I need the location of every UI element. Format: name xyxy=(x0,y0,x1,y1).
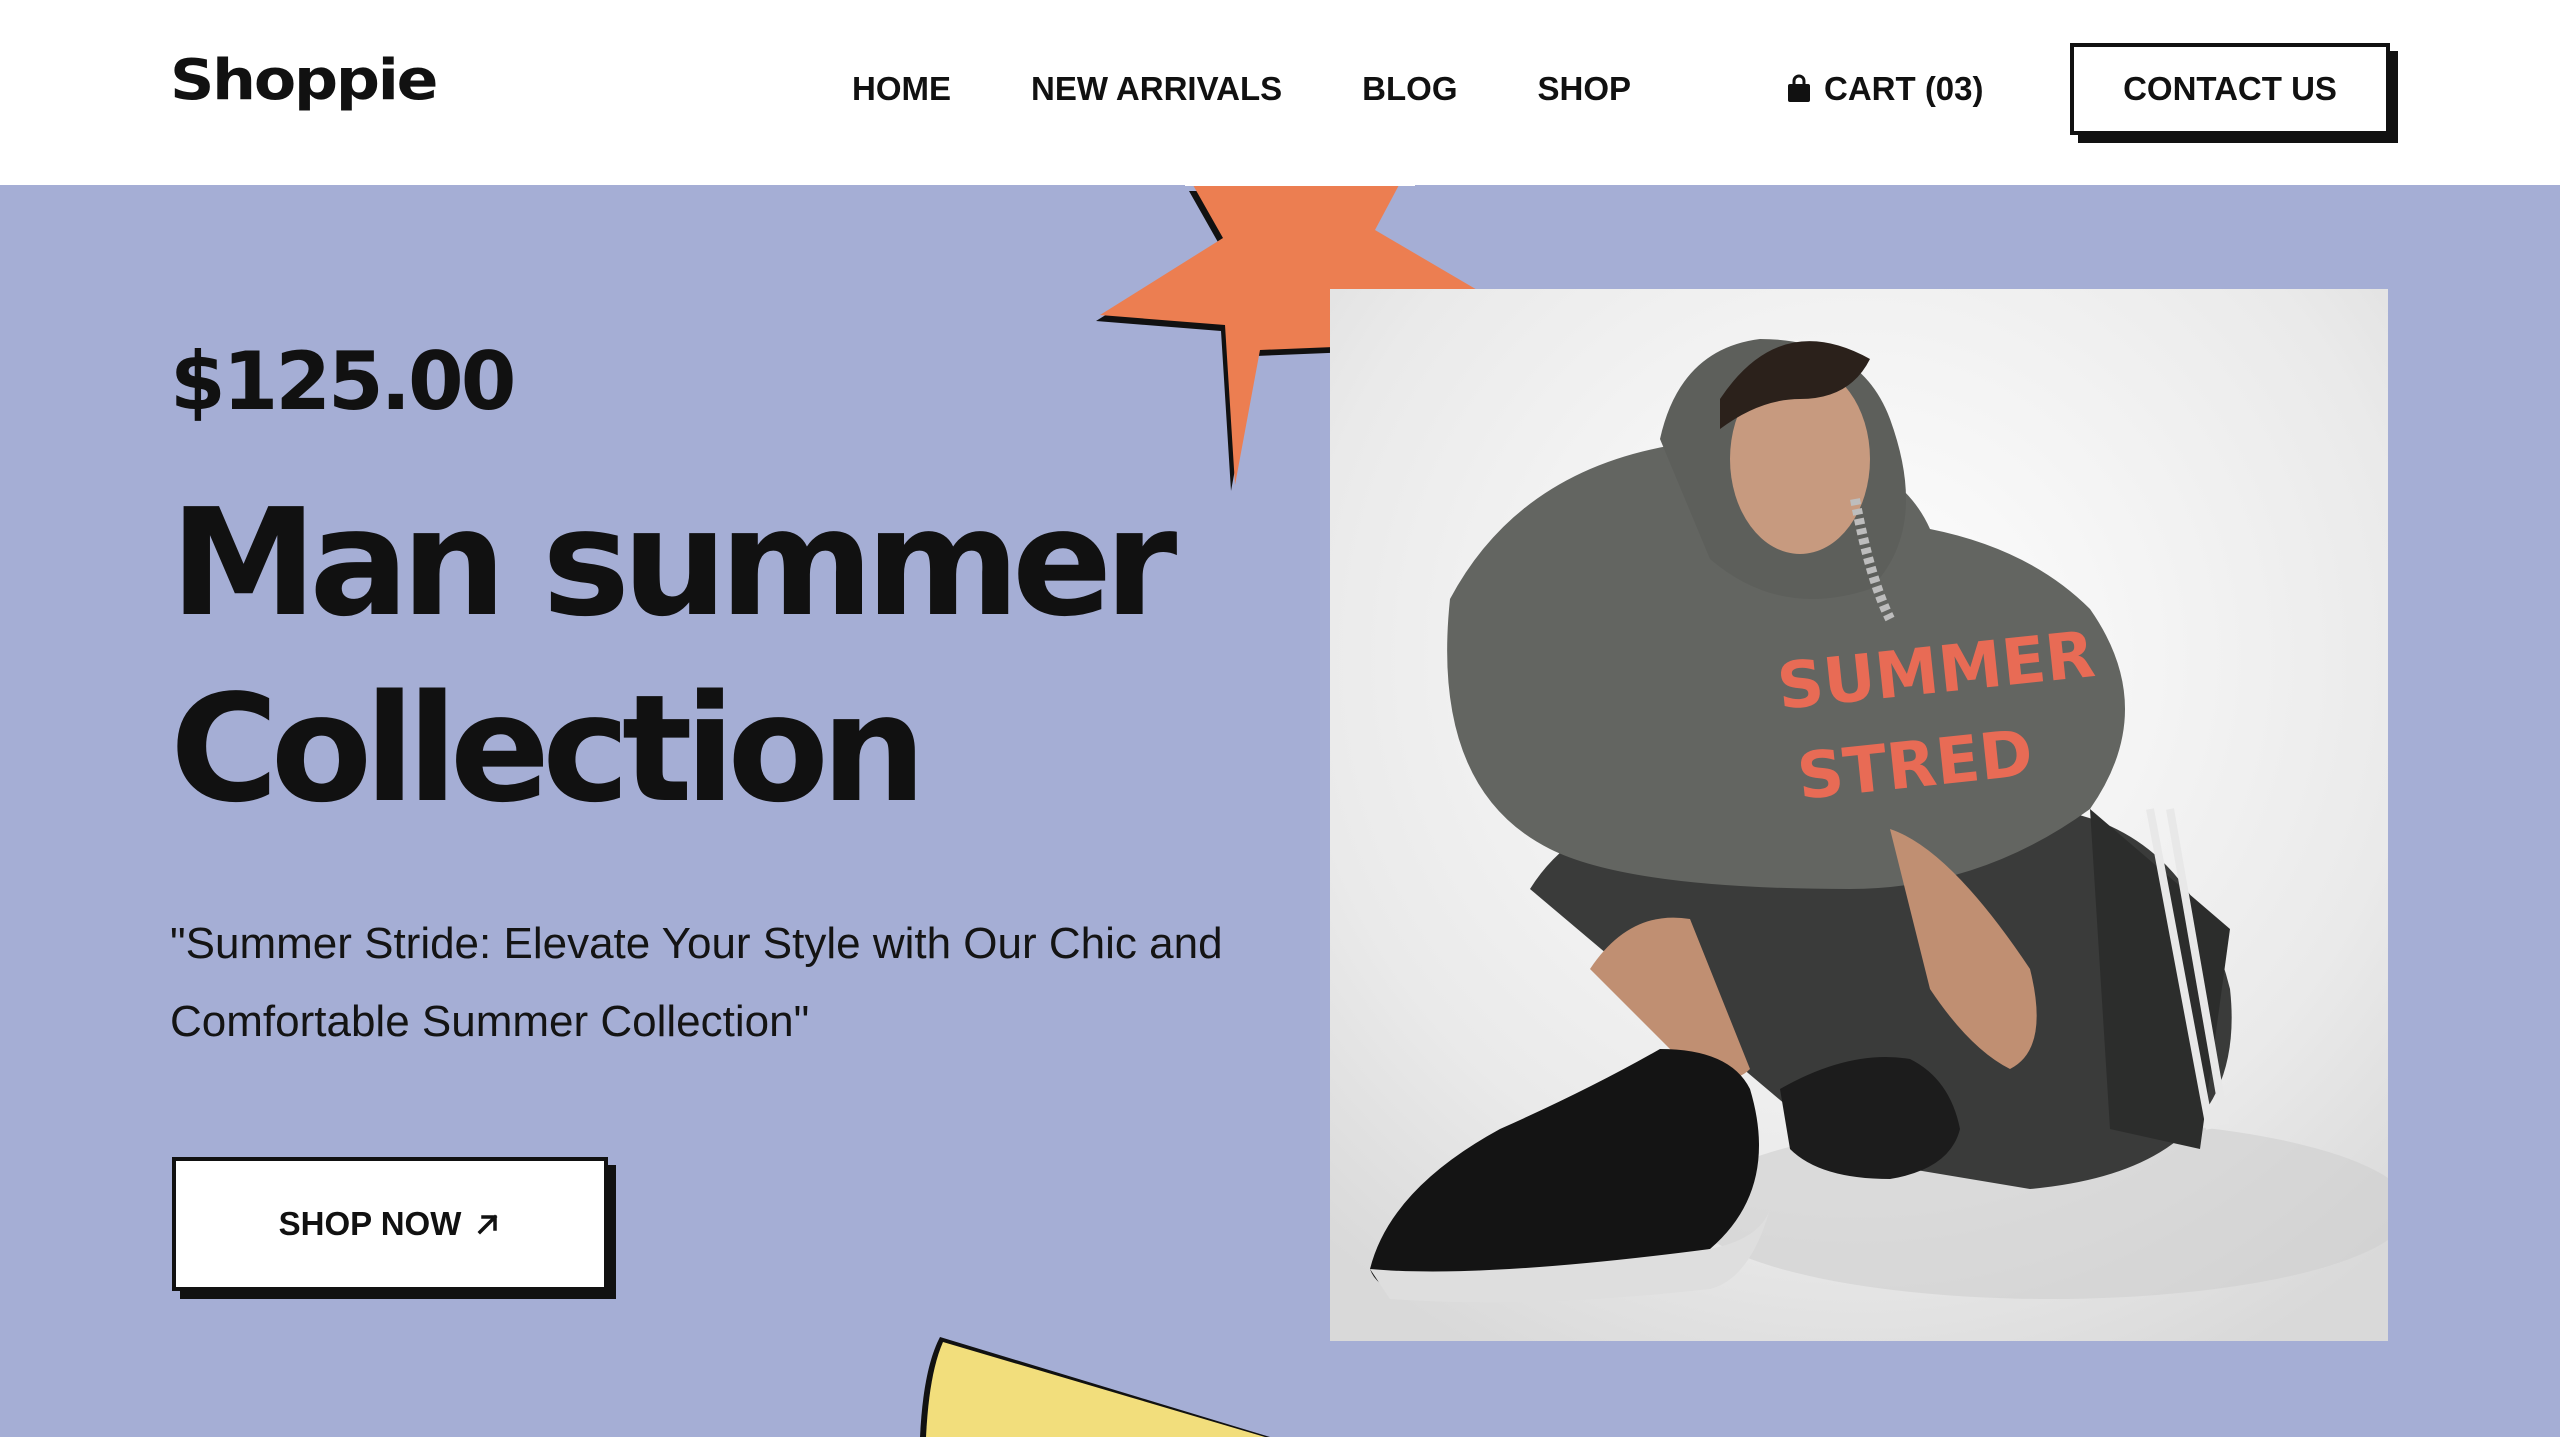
shopping-bag-icon xyxy=(1788,74,1810,102)
nav-blog-link[interactable]: BLOG xyxy=(1362,70,1457,108)
shop-now-button-wrapper: SHOP NOW xyxy=(172,1157,616,1299)
yellow-blob-decoration xyxy=(920,1337,1270,1437)
arrow-up-right-icon xyxy=(477,1214,498,1235)
contact-button-wrapper: CONTACT US xyxy=(2070,43,2398,143)
hero-title-line-2: Collection xyxy=(170,663,926,835)
nav-home-link[interactable]: HOME xyxy=(852,70,951,108)
model-photo-illustration: SUMMER STRED xyxy=(1330,289,2388,1341)
shop-now-button[interactable]: SHOP NOW xyxy=(172,1157,608,1291)
hero-product-image: SUMMER STRED xyxy=(1330,289,2388,1341)
hero-description: "Summer Stride: Elevate Your Style with … xyxy=(170,919,1223,1046)
cart-link[interactable]: CART (03) xyxy=(1786,70,1984,108)
shop-now-label: SHOP NOW xyxy=(278,1205,462,1242)
product-price: $125.00 xyxy=(170,335,516,428)
cart-label: CART (03) xyxy=(1824,70,1984,107)
contact-us-button[interactable]: CONTACT US xyxy=(2070,43,2390,135)
main-nav: HOME NEW ARRIVALS BLOG SHOP xyxy=(852,70,1711,108)
nav-new-arrivals-link[interactable]: NEW ARRIVALS xyxy=(1031,70,1282,108)
hero-title-line-1: Man summer xyxy=(170,477,1177,649)
hero-title: Man summer Collection xyxy=(170,470,1290,842)
brand-logo[interactable]: Shoppie xyxy=(170,48,438,113)
nav-shop-link[interactable]: SHOP xyxy=(1538,70,1632,108)
